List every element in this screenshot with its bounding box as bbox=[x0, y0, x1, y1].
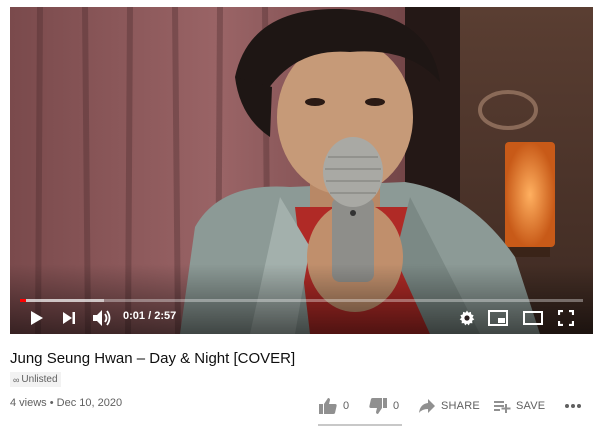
fullscreen-icon bbox=[558, 310, 574, 326]
more-actions-button[interactable] bbox=[564, 393, 582, 419]
skip-next-icon bbox=[63, 312, 75, 324]
more-horizontal-icon bbox=[565, 404, 581, 408]
time-separator: / bbox=[148, 310, 152, 322]
video-player[interactable]: 0:01 / 2:57 bbox=[10, 7, 593, 334]
share-arrow-icon bbox=[419, 399, 435, 413]
theater-mode-icon bbox=[523, 311, 543, 325]
share-label: SHARE bbox=[441, 400, 480, 412]
progress-played bbox=[20, 299, 26, 302]
play-button[interactable] bbox=[26, 307, 48, 329]
share-button[interactable]: SHARE bbox=[418, 393, 480, 419]
next-button[interactable] bbox=[58, 307, 80, 329]
sentiment-bar bbox=[318, 424, 402, 426]
fullscreen-button[interactable] bbox=[555, 307, 577, 329]
privacy-badge: ∞ Unlisted bbox=[10, 372, 61, 387]
theater-mode-button[interactable] bbox=[521, 307, 545, 329]
action-bar: 0 0 SHARE SAVE bbox=[318, 393, 600, 419]
time-total: 2:57 bbox=[154, 310, 177, 322]
like-count: 0 bbox=[343, 400, 350, 412]
meta-separator: • bbox=[49, 397, 54, 409]
dislike-button[interactable]: 0 bbox=[368, 393, 399, 419]
video-meta: 4 views • Dec 10, 2020 bbox=[10, 397, 122, 409]
playlist-add-icon bbox=[494, 401, 511, 413]
video-title: Jung Seung Hwan – Day & Night [COVER] bbox=[10, 350, 296, 367]
link-icon: ∞ bbox=[13, 374, 20, 385]
play-icon bbox=[31, 311, 43, 325]
miniplayer-button[interactable] bbox=[486, 307, 510, 329]
time-display: 0:01 / 2:57 bbox=[123, 310, 176, 322]
volume-icon bbox=[93, 310, 111, 326]
time-current: 0:01 bbox=[123, 310, 146, 322]
save-button[interactable]: SAVE bbox=[493, 393, 545, 419]
miniplayer-icon bbox=[488, 310, 508, 326]
settings-button[interactable] bbox=[456, 307, 478, 329]
progress-buffer bbox=[20, 299, 105, 302]
save-label: SAVE bbox=[516, 400, 546, 412]
volume-button[interactable] bbox=[90, 307, 114, 329]
privacy-label: Unlisted bbox=[21, 374, 58, 385]
dislike-count: 0 bbox=[393, 400, 400, 412]
thumbs-down-icon bbox=[369, 398, 387, 414]
progress-bar[interactable] bbox=[20, 299, 583, 302]
upload-date: Dec 10, 2020 bbox=[56, 397, 123, 409]
view-count: 4 views bbox=[10, 397, 47, 409]
thumbs-up-icon bbox=[319, 398, 337, 414]
gear-icon bbox=[459, 310, 475, 326]
like-button[interactable]: 0 bbox=[318, 393, 349, 419]
